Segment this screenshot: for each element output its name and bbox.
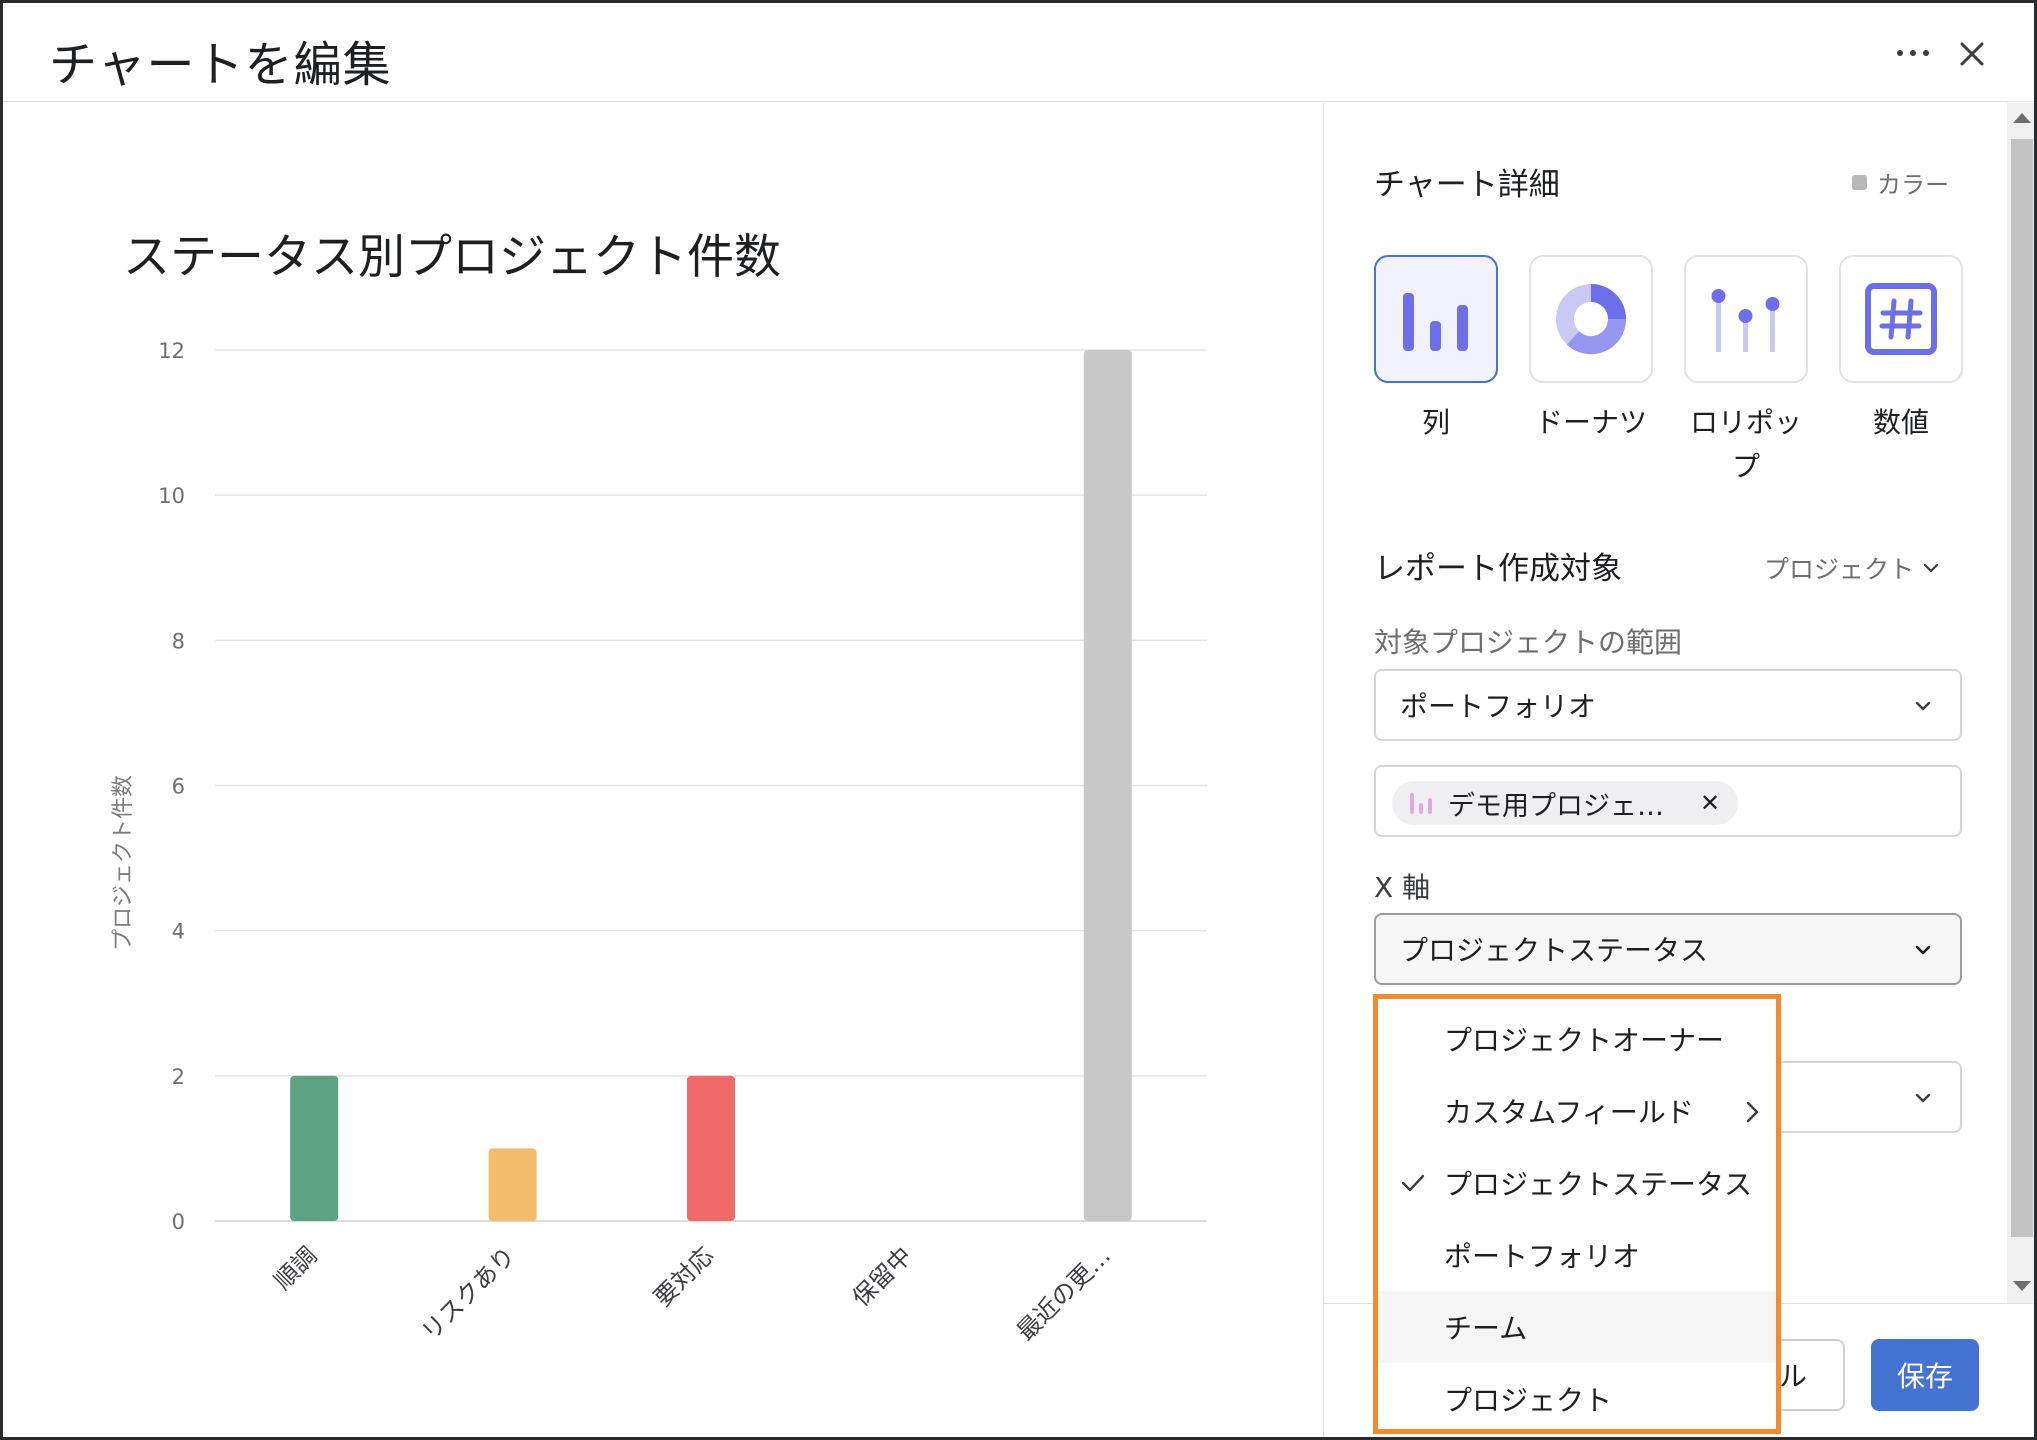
chart-type-column[interactable]: 列	[1374, 255, 1498, 445]
column-chart-icon	[1403, 293, 1468, 351]
chart-type-label: 列	[1421, 406, 1450, 439]
y-tick-label: 4	[172, 920, 185, 944]
scope-select[interactable]: ポートフォリオ	[1374, 669, 1962, 741]
more-options-icon[interactable]	[1888, 33, 1938, 73]
y-tick-label: 8	[172, 629, 185, 653]
report-target-title: レポート作成対象	[1374, 551, 1622, 587]
menu-item-project-owner[interactable]: プロジェクトオーナー	[1378, 1003, 1776, 1075]
chart-type-donut[interactable]: ドーナツ	[1529, 255, 1653, 445]
x-axis-select[interactable]: プロジェクトステータス	[1374, 913, 1962, 985]
save-button[interactable]: 保存	[1871, 1339, 1979, 1411]
chart-details-title: チャート詳細	[1374, 167, 1560, 203]
y-tick-label: 0	[172, 1210, 185, 1234]
portfolio-chart-icon	[1410, 793, 1432, 814]
scope-label: 対象プロジェクトの範囲	[1374, 626, 1683, 659]
x-axis-value: プロジェクトステータス	[1400, 934, 1709, 967]
x-tick-label: 最近の更…	[1011, 1241, 1116, 1346]
color-label: カラー	[1877, 171, 1949, 199]
menu-item-label: プロジェクトステータス	[1444, 1168, 1753, 1201]
x-axis-label: X 軸	[1374, 871, 1431, 904]
remove-chip-icon[interactable]: ✕	[1700, 789, 1720, 817]
lollipop-chart-icon	[1711, 289, 1780, 352]
scroll-up-arrow-icon[interactable]	[2013, 113, 2031, 123]
dialog-title: チャートを編集	[49, 37, 392, 93]
x-tick-label: 保留中	[847, 1241, 918, 1312]
x-tick-label: 要対応	[649, 1241, 720, 1312]
menu-item-project-status[interactable]: プロジェクトステータス	[1378, 1147, 1776, 1219]
y-tick-label: 6	[172, 775, 185, 799]
checkmark-icon	[1401, 1174, 1425, 1192]
chart-type-label: 数値	[1872, 406, 1929, 439]
close-icon[interactable]	[1949, 31, 1995, 77]
menu-item-label: ポートフォリオ	[1444, 1240, 1641, 1273]
bar	[290, 1075, 339, 1221]
number-chart-icon	[1865, 283, 1937, 355]
chart-type-label: ドーナツ	[1534, 406, 1647, 439]
bar	[488, 1148, 537, 1221]
chevron-down-icon	[1915, 701, 1931, 711]
menu-item-custom-field[interactable]: カスタムフィールド	[1378, 1075, 1776, 1147]
chart-type-number[interactable]: 数値	[1839, 255, 1963, 445]
y-tick-label: 12	[158, 339, 185, 363]
menu-item-label: プロジェクト	[1444, 1384, 1613, 1417]
report-target-select[interactable]: プロジェクト	[1764, 550, 1940, 586]
edit-chart-dialog: チャートを編集 ステータス別プロジェクト件数 プロジェクト件数 0 2 4 6 8 10 1…	[0, 0, 2037, 1440]
bar	[687, 1075, 735, 1221]
scroll-down-arrow-icon[interactable]	[2013, 1281, 2031, 1291]
y-tick-label: 2	[172, 1065, 185, 1089]
chart-type-lollipop[interactable]: ロリポップ	[1684, 255, 1808, 489]
scope-value: ポートフォリオ	[1400, 690, 1597, 723]
color-swatch-icon	[1852, 175, 1867, 190]
bar-chart: 0 2 4 6 8 10 12 順調 リスクあり 要対応 保留中 最近の更…	[158, 339, 1207, 1346]
chevron-down-icon	[1923, 563, 1939, 573]
portfolio-chip: デモ用プロジェ… ✕	[1392, 781, 1739, 825]
portfolio-selector[interactable]: デモ用プロジェ… ✕	[1374, 765, 1962, 837]
scroll-thumb[interactable]	[2011, 139, 2033, 1237]
x-tick-label: 順調	[269, 1241, 323, 1295]
x-tick-label: リスクあり	[416, 1241, 521, 1346]
color-toggle[interactable]: カラー	[1852, 165, 1949, 200]
x-axis-options-menu: プロジェクトオーナー カスタムフィールド プロジェクトステータス ポートフォリオ…	[1373, 994, 1781, 1434]
menu-item-label: カスタムフィールド	[1444, 1096, 1694, 1129]
menu-item-label: チーム	[1444, 1312, 1528, 1345]
chevron-down-icon	[1915, 945, 1931, 955]
report-target-value: プロジェクト	[1764, 555, 1915, 584]
dialog-header: チャートを編集	[3, 3, 2034, 102]
settings-scrollbar[interactable]	[2007, 103, 2034, 1303]
menu-item-label: プロジェクトオーナー	[1444, 1024, 1725, 1057]
menu-item-portfolio[interactable]: ポートフォリオ	[1378, 1219, 1776, 1291]
chart-type-label: ロリポップ	[1689, 406, 1802, 483]
menu-item-project[interactable]: プロジェクト	[1378, 1363, 1776, 1435]
portfolio-chip-label: デモ用プロジェ…	[1448, 790, 1664, 822]
y-tick-label: 10	[158, 484, 185, 508]
menu-item-team[interactable]: チーム	[1378, 1291, 1776, 1363]
chevron-right-icon	[1746, 1101, 1759, 1123]
donut-chart-icon	[1556, 284, 1627, 355]
bar	[1083, 350, 1132, 1221]
chevron-down-icon	[1915, 1093, 1931, 1103]
chart-preview: ステータス別プロジェクト件数 プロジェクト件数 0 2 4 6 8 10 12 順調 リスクあり…	[3, 103, 1323, 1437]
